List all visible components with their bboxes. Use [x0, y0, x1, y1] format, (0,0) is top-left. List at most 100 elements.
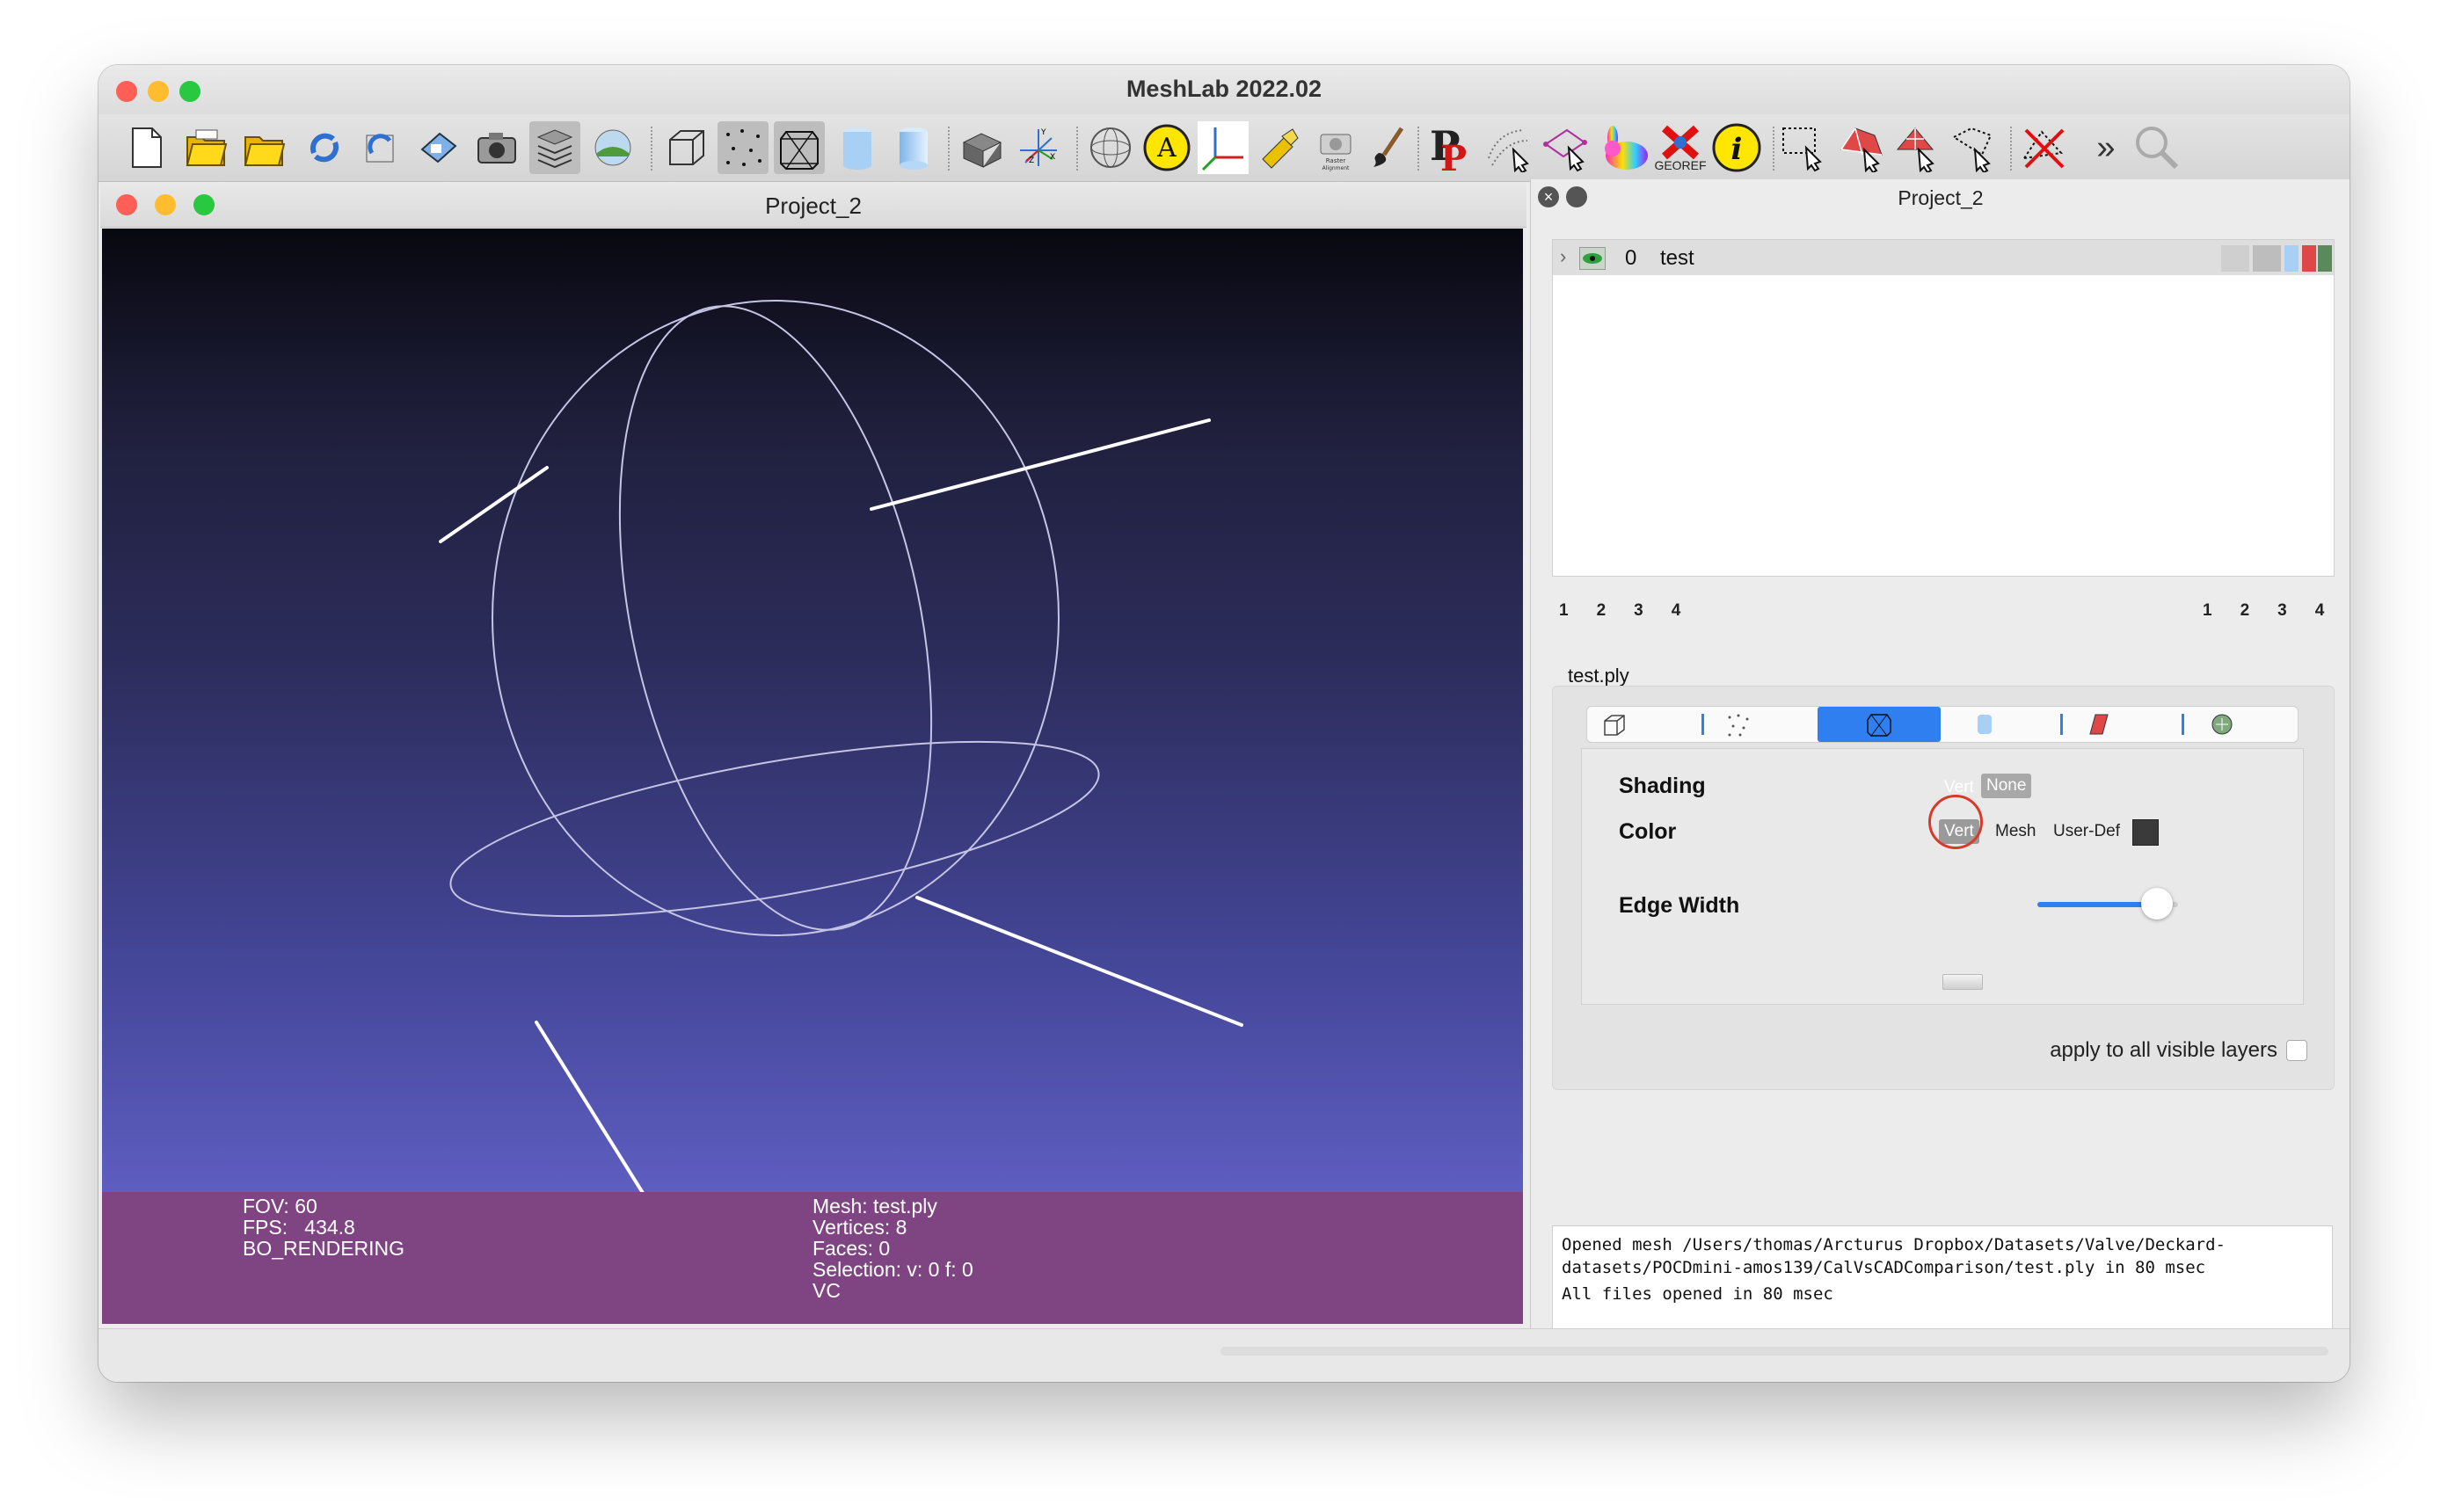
- layer-points-icon[interactable]: [2253, 245, 2281, 272]
- points-icon[interactable]: [718, 121, 769, 174]
- page-numbers-left[interactable]: 1234: [1559, 601, 1708, 621]
- svg-text:Z: Z: [1029, 156, 1034, 165]
- reload-all-icon[interactable]: [355, 121, 406, 174]
- trackball-icon[interactable]: [1085, 121, 1136, 174]
- render-properties: Shading Vert None Color Vert Mesh User-D…: [1552, 686, 2335, 1090]
- sphere-equator: [449, 740, 1100, 918]
- tab-selection[interactable]: [2073, 707, 2125, 742]
- color-userdef-option[interactable]: User-Def: [2048, 819, 2125, 844]
- snapshot-icon[interactable]: [471, 121, 522, 174]
- fps-text: FPS: 434.8: [243, 1216, 355, 1239]
- search-icon[interactable]: [2131, 121, 2182, 174]
- layer-selection-icon[interactable]: [2302, 245, 2316, 272]
- shading-vert-option[interactable]: Vert: [1939, 775, 1979, 800]
- layers-icon[interactable]: [529, 121, 580, 174]
- apply-all-checkbox[interactable]: [2286, 1040, 2307, 1061]
- layer-panel: × Project_2 › 0 test 1234 1234 test.ply …: [1530, 179, 2350, 1370]
- viewer-subwindow: Project_2 FOV: 60 FPS: 434.8 BO_RENDERIN…: [100, 183, 1526, 1327]
- layer-bbox-icon[interactable]: [2221, 245, 2249, 272]
- render-mode-tabs: [1586, 706, 2299, 743]
- bounding-box-icon[interactable]: [661, 121, 712, 174]
- svg-text:P: P: [1440, 138, 1467, 174]
- paint-icon[interactable]: [1363, 121, 1414, 174]
- log-line: Opened mesh /Users/thomas/Arcturus Dropb…: [1562, 1235, 2226, 1254]
- edge-width-knob[interactable]: [2141, 888, 2173, 920]
- vertices-text: Vertices: 8: [812, 1216, 907, 1239]
- viewer-title: Project_2: [765, 193, 862, 219]
- svg-text:Y: Y: [1040, 128, 1046, 137]
- axes-icon[interactable]: Y X Z: [1013, 121, 1064, 174]
- 3d-viewport[interactable]: FOV: 60 FPS: 434.8 BO_RENDERING Mesh: te…: [102, 229, 1523, 1324]
- shading-label: Shading: [1619, 774, 1706, 798]
- panel-titlebar: × Project_2: [1531, 179, 2350, 214]
- svg-text:X: X: [1050, 153, 1055, 162]
- select-faces-icon[interactable]: [1836, 121, 1887, 174]
- selection-text: Selection: v: 0 f: 0: [812, 1258, 973, 1281]
- tab-divider: [2060, 714, 2063, 735]
- shading-none-option[interactable]: None: [1981, 774, 2032, 798]
- tab-divider: [2182, 714, 2184, 735]
- meshlab-window: MeshLab 2022.02 Y X Z A Raster Alignment…: [98, 65, 2350, 1382]
- flat-shading-icon[interactable]: [832, 121, 883, 174]
- render-mode-text: BO_RENDERING: [243, 1237, 405, 1260]
- visibility-eye-icon[interactable]: [1579, 247, 1606, 270]
- tab-wireframe[interactable]: [1818, 707, 1941, 742]
- edge-width-slider[interactable]: [2037, 888, 2178, 920]
- layer-row[interactable]: › 0 test: [1553, 240, 2334, 275]
- expand-chevron-icon[interactable]: ›: [1560, 245, 1566, 268]
- texture-icon[interactable]: [957, 121, 1008, 174]
- georef-icon[interactable]: GEOREF: [1654, 121, 1707, 174]
- more-icon[interactable]: »: [2080, 121, 2131, 174]
- mesh-name-text: Mesh: test.ply: [812, 1195, 937, 1218]
- new-document-icon[interactable]: [121, 121, 172, 174]
- select-vertex-icon[interactable]: [1541, 121, 1592, 174]
- apply-all-label: apply to all visible layers: [2050, 1038, 2277, 1062]
- color-mesh-option[interactable]: Mesh: [1990, 819, 2041, 844]
- color-vert-option[interactable]: Vert: [1939, 819, 1979, 844]
- info-icon[interactable]: i: [1711, 121, 1762, 174]
- rabbit-icon[interactable]: [1599, 121, 1650, 174]
- open-mesh-icon[interactable]: [239, 121, 290, 174]
- apply-button[interactable]: [1942, 974, 1983, 990]
- faces-text: Faces: 0: [812, 1237, 891, 1260]
- annotation-icon[interactable]: A: [1141, 121, 1192, 174]
- log-line: All files opened in 80 msec: [1562, 1284, 1833, 1304]
- status-bar: [98, 1328, 2350, 1382]
- user-color-swatch[interactable]: [2132, 819, 2159, 846]
- mesh-edge: [915, 896, 1243, 1027]
- select-conn-icon[interactable]: [1949, 121, 2000, 174]
- vc-text: VC: [812, 1279, 841, 1302]
- view-axis-icon[interactable]: [1198, 121, 1249, 174]
- delete-selection-icon[interactable]: [2019, 121, 2070, 174]
- tab-points[interactable]: [1716, 707, 1760, 742]
- tab-decorators[interactable]: [2196, 707, 2248, 742]
- layer-decorator-icon[interactable]: [2318, 245, 2332, 272]
- smooth-shading-icon[interactable]: [888, 121, 939, 174]
- select-rect-icon[interactable]: [1780, 121, 1831, 174]
- measure-icon[interactable]: [1483, 121, 1534, 174]
- sphere-meridian: [618, 305, 933, 931]
- mesh-render: [439, 300, 1243, 1290]
- wireframe-icon[interactable]: [774, 121, 825, 174]
- color-label: Color: [1619, 819, 1677, 844]
- horizontal-scrollbar[interactable]: [1220, 1347, 2328, 1356]
- layer-shading-icon[interactable]: [2284, 245, 2299, 272]
- pick-points-icon[interactable]: PP: [1426, 121, 1477, 174]
- save-icon[interactable]: [413, 121, 464, 174]
- mesh-edge: [870, 418, 1211, 511]
- mesh-edge: [439, 466, 549, 543]
- main-toolbar: Y X Z A Raster Alignment PP GEOREF i »: [98, 114, 2350, 182]
- svg-text:Alignment: Alignment: [1322, 165, 1350, 171]
- reload-icon[interactable]: [299, 121, 350, 174]
- select-connected-icon[interactable]: [1892, 121, 1943, 174]
- align-icon[interactable]: [1254, 121, 1305, 174]
- raster-icon[interactable]: [587, 121, 638, 174]
- app-title: MeshLab 2022.02: [1126, 76, 1322, 102]
- tab-shading[interactable]: [1958, 707, 2011, 742]
- tab-bbox[interactable]: [1592, 707, 1636, 742]
- raster-align-icon[interactable]: Raster Alignment: [1310, 121, 1361, 174]
- wireframe-options: Shading Vert None Color Vert Mesh User-D…: [1581, 748, 2304, 1005]
- open-project-icon[interactable]: [181, 121, 232, 174]
- fov-text: FOV: 60: [243, 1195, 317, 1218]
- page-numbers-right[interactable]: 1234: [2203, 601, 2324, 621]
